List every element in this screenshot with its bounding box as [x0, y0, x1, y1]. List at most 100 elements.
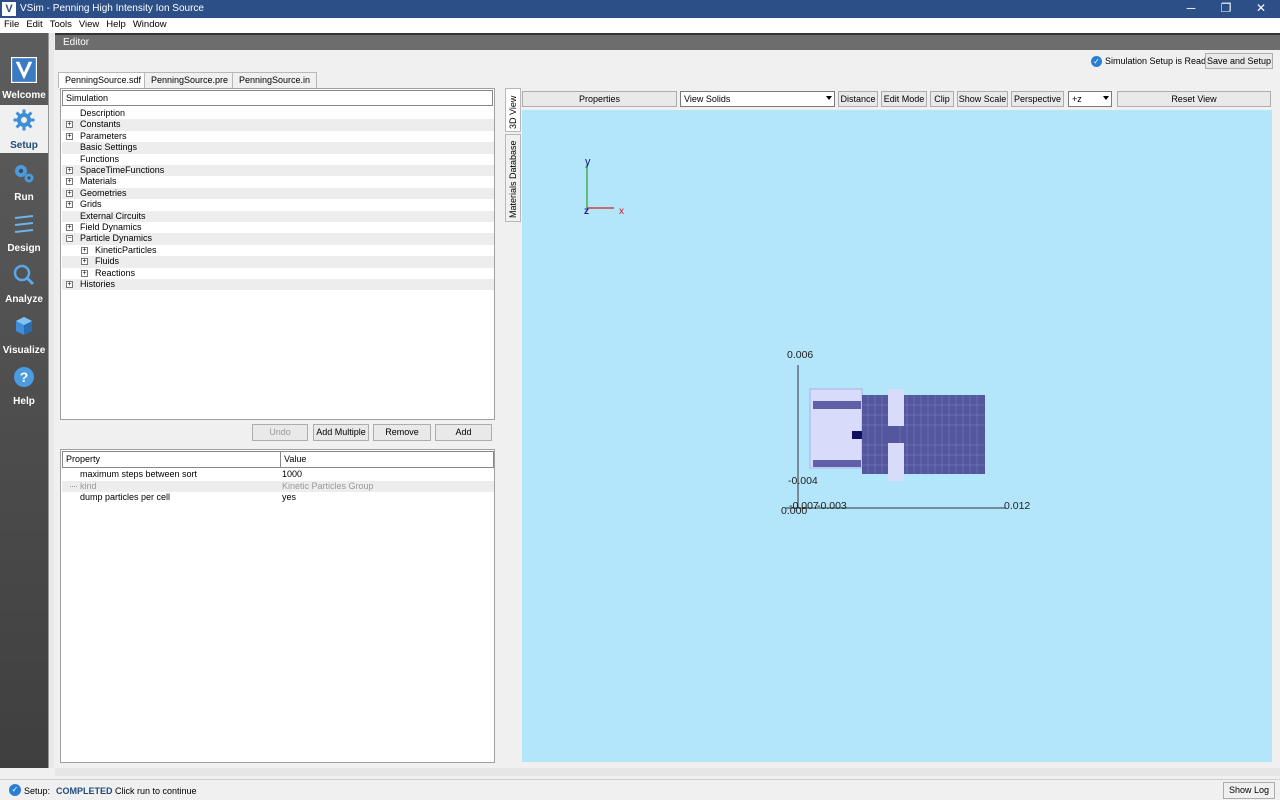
expand-icon[interactable]: + [66, 189, 73, 197]
lower-cathode-strip [813, 460, 861, 467]
tree-item-label: SpaceTimeFunctions [80, 165, 165, 175]
property-value[interactable]: yes [282, 492, 296, 503]
expand-icon[interactable]: + [66, 121, 73, 129]
expand-icon[interactable]: + [66, 167, 73, 174]
tree-item[interactable]: + Fluids [62, 256, 494, 268]
nav-setup[interactable]: Setup [0, 105, 48, 153]
menu-file[interactable]: File [0, 18, 22, 32]
expand-icon[interactable]: + [66, 224, 73, 231]
x-tick-left: -0.007 [789, 500, 819, 512]
check-icon: ✓ [9, 784, 21, 796]
expand-icon[interactable]: + [66, 178, 73, 186]
status-message: Click run to continue [115, 786, 197, 796]
tree-item[interactable]: + Geometries [62, 187, 494, 200]
setup-ready-text: Simulation Setup is Ready [1105, 56, 1211, 66]
minimize-button[interactable]: ─ [1174, 0, 1208, 18]
expand-icon[interactable]: + [81, 269, 88, 277]
tree-item[interactable]: Basic Settings [62, 142, 494, 154]
nav-help[interactable]: ? Help [0, 362, 48, 410]
title-bar: V VSim - Penning High Intensity Ion Sour… [0, 0, 1280, 18]
add-multiple-button[interactable]: Add Multiple [313, 424, 369, 441]
add-button[interactable]: Add [435, 424, 492, 441]
tab-in[interactable]: PenningSource.in [232, 72, 318, 88]
left-navigation: Welcome Setup Run Design Analyze Visuali… [0, 33, 48, 768]
tab-materials-database[interactable]: Materials Database [505, 134, 521, 222]
expand-icon[interactable]: + [66, 132, 73, 140]
clip-button[interactable]: Clip [930, 91, 954, 107]
nav-run[interactable]: Run [0, 158, 48, 206]
expand-icon[interactable]: + [66, 201, 73, 209]
properties-button[interactable]: Properties [522, 91, 677, 107]
menu-tools[interactable]: Tools [46, 18, 75, 32]
menu-edit[interactable]: Edit [22, 18, 45, 32]
tab-3d-view-label: 3D View [508, 95, 518, 129]
property-row[interactable]: maximum steps between sort 1000 [62, 469, 494, 481]
tree-item[interactable]: + KineticParticles [62, 245, 494, 256]
tree-item[interactable]: Description [62, 108, 494, 119]
remove-button[interactable]: Remove [373, 424, 431, 441]
show-scale-button[interactable]: Show Scale [957, 91, 1008, 107]
side-tabs: 3D View Materials Database [505, 88, 521, 768]
z-axis-label: z [584, 206, 589, 217]
tree-item[interactable]: + Grids [62, 199, 494, 210]
panel-splitter[interactable] [497, 88, 501, 763]
tree-item[interactable]: + Parameters [62, 131, 494, 142]
x-tick-mid: -0.003 [817, 500, 847, 512]
collapse-icon[interactable]: − [66, 235, 73, 243]
nav-design[interactable]: Design [0, 209, 48, 257]
menu-view[interactable]: View [75, 18, 102, 32]
tree-item-label: Constants [80, 119, 121, 130]
chevron-down-icon [826, 96, 832, 100]
upper-electrode [888, 389, 904, 426]
expand-icon[interactable]: + [81, 258, 88, 266]
tree-item[interactable]: + Constants [62, 119, 494, 131]
property-row[interactable]: dump particles per cell yes [62, 492, 494, 504]
status-prefix: Setup: [24, 786, 51, 796]
nav-welcome[interactable]: Welcome [0, 53, 48, 101]
tree-item[interactable]: + Field Dynamics [62, 222, 494, 233]
reset-view-button[interactable]: Reset View [1117, 91, 1271, 107]
tree-item[interactable]: + Reactions [62, 268, 494, 279]
tree-item[interactable]: + Materials [62, 176, 494, 187]
tree-item-label: Materials [80, 176, 117, 187]
nav-visualize[interactable]: Visualize [0, 311, 48, 359]
edit-mode-button[interactable]: Edit Mode [881, 91, 927, 107]
tab-3d-view[interactable]: 3D View [505, 88, 521, 132]
camera-axis-select[interactable]: +z [1068, 91, 1112, 107]
tab-pre[interactable]: PenningSource.pre [144, 72, 236, 88]
horizontal-scrollbar[interactable] [55, 768, 1280, 776]
tree-item[interactable]: − Particle Dynamics [62, 233, 494, 245]
tree-item[interactable]: External Circuits [62, 210, 494, 222]
3d-viewport[interactable]: y z x 0.006 -0.004 0.000 -0.007 -0.003 0… [522, 110, 1272, 762]
nav-analyze[interactable]: Analyze [0, 260, 48, 308]
camera-axis-value: +z [1072, 94, 1082, 104]
distance-button[interactable]: Distance [838, 91, 878, 107]
tree-item-label: Histories [80, 279, 116, 289]
show-log-button[interactable]: Show Log [1223, 782, 1275, 799]
check-icon: ✓ [1091, 56, 1102, 67]
undo-button[interactable]: Undo [252, 424, 308, 441]
property-value[interactable]: 1000 [282, 469, 302, 480]
viewport-scene: y z x 0.006 -0.004 0.000 -0.007 -0.003 0… [584, 156, 1030, 517]
close-button[interactable]: ✕ [1244, 0, 1278, 18]
tree-item[interactable]: + Histories [62, 279, 494, 291]
menu-window[interactable]: Window [129, 18, 170, 32]
cube-icon [16, 317, 32, 335]
restore-button[interactable]: ❐ [1209, 0, 1243, 18]
nav-setup-label: Setup [10, 140, 38, 151]
menu-bar: File Edit Tools View Help Window [0, 18, 1280, 33]
property-header: Property Value [62, 451, 494, 468]
tab-sdf[interactable]: PenningSource.sdf [58, 72, 149, 88]
expand-icon[interactable]: + [81, 246, 88, 254]
tree-item-label: KineticParticles [95, 244, 157, 255]
save-and-setup-button[interactable]: Save and Setup [1205, 53, 1273, 69]
tree-item[interactable]: Functions [62, 154, 494, 165]
nav-separator [48, 33, 54, 768]
tree-item[interactable]: + SpaceTimeFunctions [62, 165, 494, 177]
y-tick-bottom: -0.004 [788, 475, 818, 487]
view-mode-select[interactable]: View Solids [680, 91, 835, 107]
menu-help[interactable]: Help [102, 18, 129, 32]
expand-icon[interactable]: + [66, 281, 73, 288]
property-name: maximum steps between sort [80, 469, 198, 479]
perspective-button[interactable]: Perspective [1011, 91, 1064, 107]
